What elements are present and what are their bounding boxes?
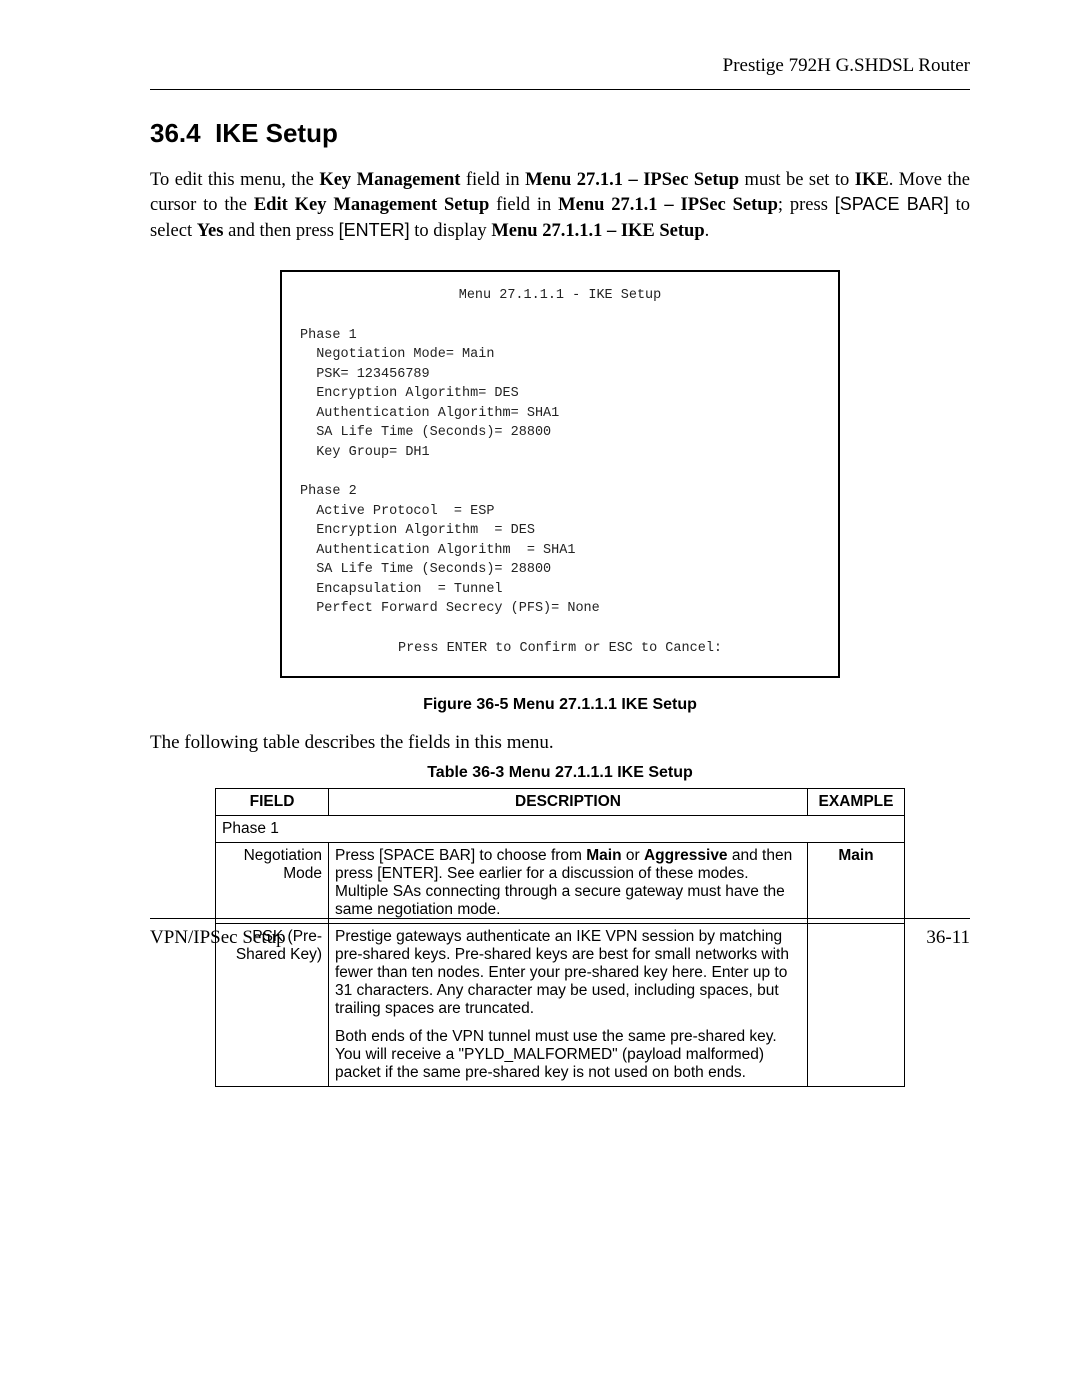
terminal-menu: Menu 27.1.1.1 - IKE Setup Phase 1 Negoti… — [280, 270, 840, 678]
table-header-row: FIELD DESCRIPTION EXAMPLE — [216, 789, 905, 816]
th-example: EXAMPLE — [808, 789, 905, 816]
section-title: IKE Setup — [215, 118, 338, 148]
footer-left: VPN/IPSec Setup — [150, 927, 286, 949]
intro-bold: Yes — [197, 221, 224, 241]
intro-bold: Menu 27.1.1 – IPSec Setup — [525, 170, 739, 190]
menu-line: Encryption Algorithm= DES — [316, 386, 519, 401]
description-cell: Press [SPACE BAR] to choose from Main or… — [329, 843, 808, 924]
intro-key: [SPACE BAR] — [835, 194, 949, 214]
section-heading: 36.4 IKE Setup — [150, 118, 970, 149]
menu-line: Key Group= DH1 — [316, 445, 429, 460]
menu-prompt: Press ENTER to Confirm or ESC to Cancel: — [300, 639, 820, 659]
field-line: Mode — [283, 865, 322, 882]
menu-line: SA Life Time (Seconds)= 28800 — [316, 562, 551, 577]
menu-line: Authentication Algorithm= SHA1 — [316, 406, 559, 421]
desc-para: Both ends of the VPN tunnel must use the… — [335, 1028, 801, 1082]
intro-bold: IKE — [855, 170, 889, 190]
menu-line: PSK= 123456789 — [316, 367, 429, 382]
desc-text: to choose from — [475, 847, 586, 864]
table-caption: Table 36-3 Menu 27.1.1.1 IKE Setup — [150, 764, 970, 782]
menu-title: Menu 27.1.1.1 - IKE Setup — [300, 286, 820, 306]
document-page: Prestige 792H G.SHDSL Router 36.4 IKE Se… — [0, 0, 1080, 1397]
desc-bold: Aggressive — [644, 847, 728, 864]
intro-text: ; press — [778, 195, 835, 215]
example-cell: Main — [808, 843, 905, 924]
desc-key: [ENTER] — [377, 865, 438, 882]
page-footer: VPN/IPSec Setup 36-11 — [150, 918, 970, 949]
menu-phase2: Phase 2 — [300, 484, 357, 499]
table-phase-row: Phase 1 — [216, 816, 905, 843]
field-cell: Negotiation Mode — [216, 843, 329, 924]
figure-caption: Figure 36-5 Menu 27.1.1.1 IKE Setup — [150, 696, 970, 714]
intro-bold: Menu 27.1.1.1 – IKE Setup — [491, 221, 704, 241]
intro-text: . — [705, 221, 710, 241]
th-field: FIELD — [216, 789, 329, 816]
mid-text: The following table describes the fields… — [150, 732, 970, 754]
intro-paragraph: To edit this menu, the Key Management fi… — [150, 168, 970, 245]
footer-right: 36-11 — [926, 927, 970, 949]
intro-key: [ENTER] — [339, 220, 410, 240]
menu-line: Perfect Forward Secrecy (PFS)= None — [316, 601, 600, 616]
desc-text: Press — [335, 847, 379, 864]
intro-text: to display — [410, 221, 492, 241]
menu-line: Negotiation Mode= Main — [316, 347, 494, 362]
intro-text: field in — [460, 170, 525, 190]
menu-line: Active Protocol = ESP — [316, 504, 494, 519]
intro-text: field in — [489, 195, 558, 215]
section-number: 36.4 — [150, 118, 201, 148]
intro-bold: Key Management — [319, 170, 460, 190]
header-rule — [150, 89, 970, 90]
menu-line: Encapsulation = Tunnel — [316, 582, 502, 597]
footer-rule — [150, 918, 970, 919]
intro-text: must be set to — [739, 170, 855, 190]
menu-line: Encryption Algorithm = DES — [316, 523, 535, 538]
menu-phase1: Phase 1 — [300, 328, 357, 343]
phase-cell: Phase 1 — [216, 816, 905, 843]
intro-bold: Menu 27.1.1 – IPSec Setup — [558, 195, 778, 215]
menu-line: Authentication Algorithm = SHA1 — [316, 543, 575, 558]
intro-bold: Edit Key Management Setup — [254, 195, 489, 215]
intro-text: To edit this menu, the — [150, 170, 319, 190]
menu-line: SA Life Time (Seconds)= 28800 — [316, 425, 551, 440]
field-line: Negotiation — [244, 847, 322, 864]
th-description: DESCRIPTION — [329, 789, 808, 816]
desc-bold: Main — [586, 847, 621, 864]
header-product: Prestige 792H G.SHDSL Router — [150, 55, 970, 77]
desc-key: [SPACE BAR] — [379, 847, 475, 864]
intro-text: and then press — [223, 221, 338, 241]
table-row: Negotiation Mode Press [SPACE BAR] to ch… — [216, 843, 905, 924]
desc-text: or — [622, 847, 644, 864]
